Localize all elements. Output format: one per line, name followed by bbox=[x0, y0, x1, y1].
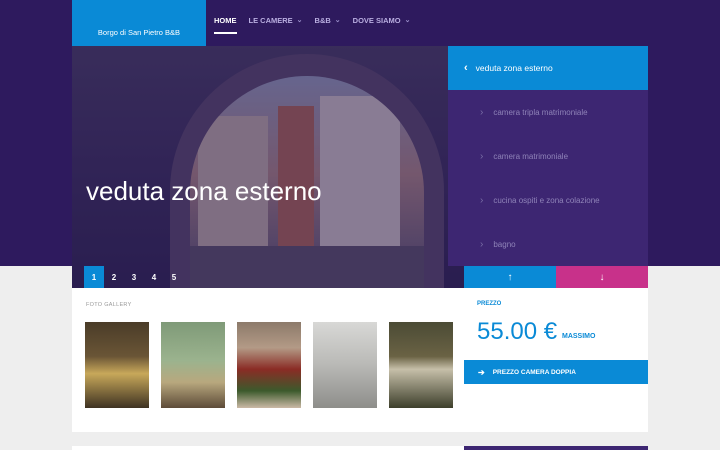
nav-item-dove-siamo[interactable]: DOVE SIAMO ⌄ bbox=[353, 0, 411, 40]
slide-item[interactable]: › cucina ospiti e zona colazione bbox=[464, 178, 648, 222]
arrow-up-icon: ↑ bbox=[507, 271, 513, 283]
slide-item[interactable]: › camera tripla matrimoniale bbox=[464, 90, 648, 134]
gallery-thumbnail[interactable] bbox=[161, 322, 225, 408]
gallery-thumbnail[interactable] bbox=[85, 322, 149, 408]
next-section-left bbox=[72, 446, 464, 450]
nav-item-bnb[interactable]: B&B ⌄ bbox=[315, 0, 341, 40]
price-label: PREZZO bbox=[477, 301, 502, 307]
nav-label: B&B bbox=[314, 15, 331, 25]
slide-prev-button[interactable]: ↑ bbox=[464, 266, 556, 288]
price-box: PREZZO 55.00 € MASSIMO ➔ PREZZO CAMERA D… bbox=[464, 288, 648, 432]
price-button-label: PREZZO CAMERA DOPPIA bbox=[492, 368, 576, 376]
slide-label: veduta zona esterno bbox=[475, 63, 553, 73]
pager-item-2[interactable]: 2 bbox=[104, 266, 124, 288]
arrow-right-icon: ➔ bbox=[478, 367, 485, 377]
hero-slider[interactable]: veduta zona esterno 1 2 3 4 5 bbox=[72, 46, 464, 288]
gallery-label: FOTO GALLERY bbox=[86, 302, 132, 308]
chevron-right-icon: › bbox=[480, 194, 484, 206]
slide-label: camera matrimoniale bbox=[493, 151, 569, 161]
nav-label: LE CAMERE bbox=[248, 15, 293, 25]
gallery-thumbnail[interactable] bbox=[237, 322, 301, 408]
chevron-left-icon: ‹ bbox=[464, 62, 468, 74]
slide-item[interactable]: › bagno bbox=[464, 222, 648, 266]
hero-title: veduta zona esterno bbox=[86, 176, 322, 206]
pager-item-4[interactable]: 4 bbox=[144, 266, 164, 288]
nav-item-le-camere[interactable]: LE CAMERE ⌄ bbox=[249, 0, 303, 40]
chevron-right-icon: › bbox=[480, 150, 484, 162]
nav-item-home[interactable]: HOME bbox=[214, 0, 237, 40]
pager-item-1[interactable]: 1 bbox=[84, 266, 104, 288]
pager-item-3[interactable]: 3 bbox=[124, 266, 144, 288]
slide-item-active[interactable]: ‹ veduta zona esterno bbox=[448, 46, 648, 90]
slide-next-button[interactable]: ↓ bbox=[556, 266, 648, 288]
slide-label: camera tripla matrimoniale bbox=[493, 107, 588, 117]
logo-text: Borgo di San Pietro B&B bbox=[97, 27, 181, 37]
chevron-right-icon: › bbox=[480, 238, 484, 250]
nav-label: HOME bbox=[214, 15, 237, 25]
main-nav: HOME LE CAMERE ⌄ B&B ⌄ DOVE SIAMO ⌄ bbox=[214, 0, 422, 40]
price-qualifier: MASSIMO bbox=[562, 333, 596, 340]
chevron-down-icon: ⌄ bbox=[296, 17, 303, 24]
nav-label: DOVE SIAMO bbox=[352, 15, 401, 25]
chevron-down-icon: ⌄ bbox=[404, 17, 411, 24]
price-double-room-button[interactable]: ➔ PREZZO CAMERA DOPPIA bbox=[464, 360, 648, 384]
next-section-right bbox=[464, 446, 648, 450]
pager-item-5[interactable]: 5 bbox=[164, 266, 184, 288]
hero-overlay bbox=[72, 46, 464, 288]
gallery-thumbnail[interactable] bbox=[389, 322, 453, 408]
gallery-thumbnail[interactable] bbox=[313, 322, 377, 408]
arrow-down-icon: ↓ bbox=[599, 271, 605, 283]
slide-item[interactable]: › camera matrimoniale bbox=[464, 134, 648, 178]
photo-gallery: FOTO GALLERY bbox=[72, 288, 464, 432]
slide-pager: 1 2 3 4 5 bbox=[84, 266, 184, 288]
slide-label: cucina ospiti e zona colazione bbox=[493, 195, 600, 205]
price-value: 55.00 € bbox=[477, 318, 558, 345]
slide-label: bagno bbox=[493, 239, 516, 249]
chevron-down-icon: ⌄ bbox=[334, 17, 341, 24]
chevron-right-icon: › bbox=[480, 106, 484, 118]
